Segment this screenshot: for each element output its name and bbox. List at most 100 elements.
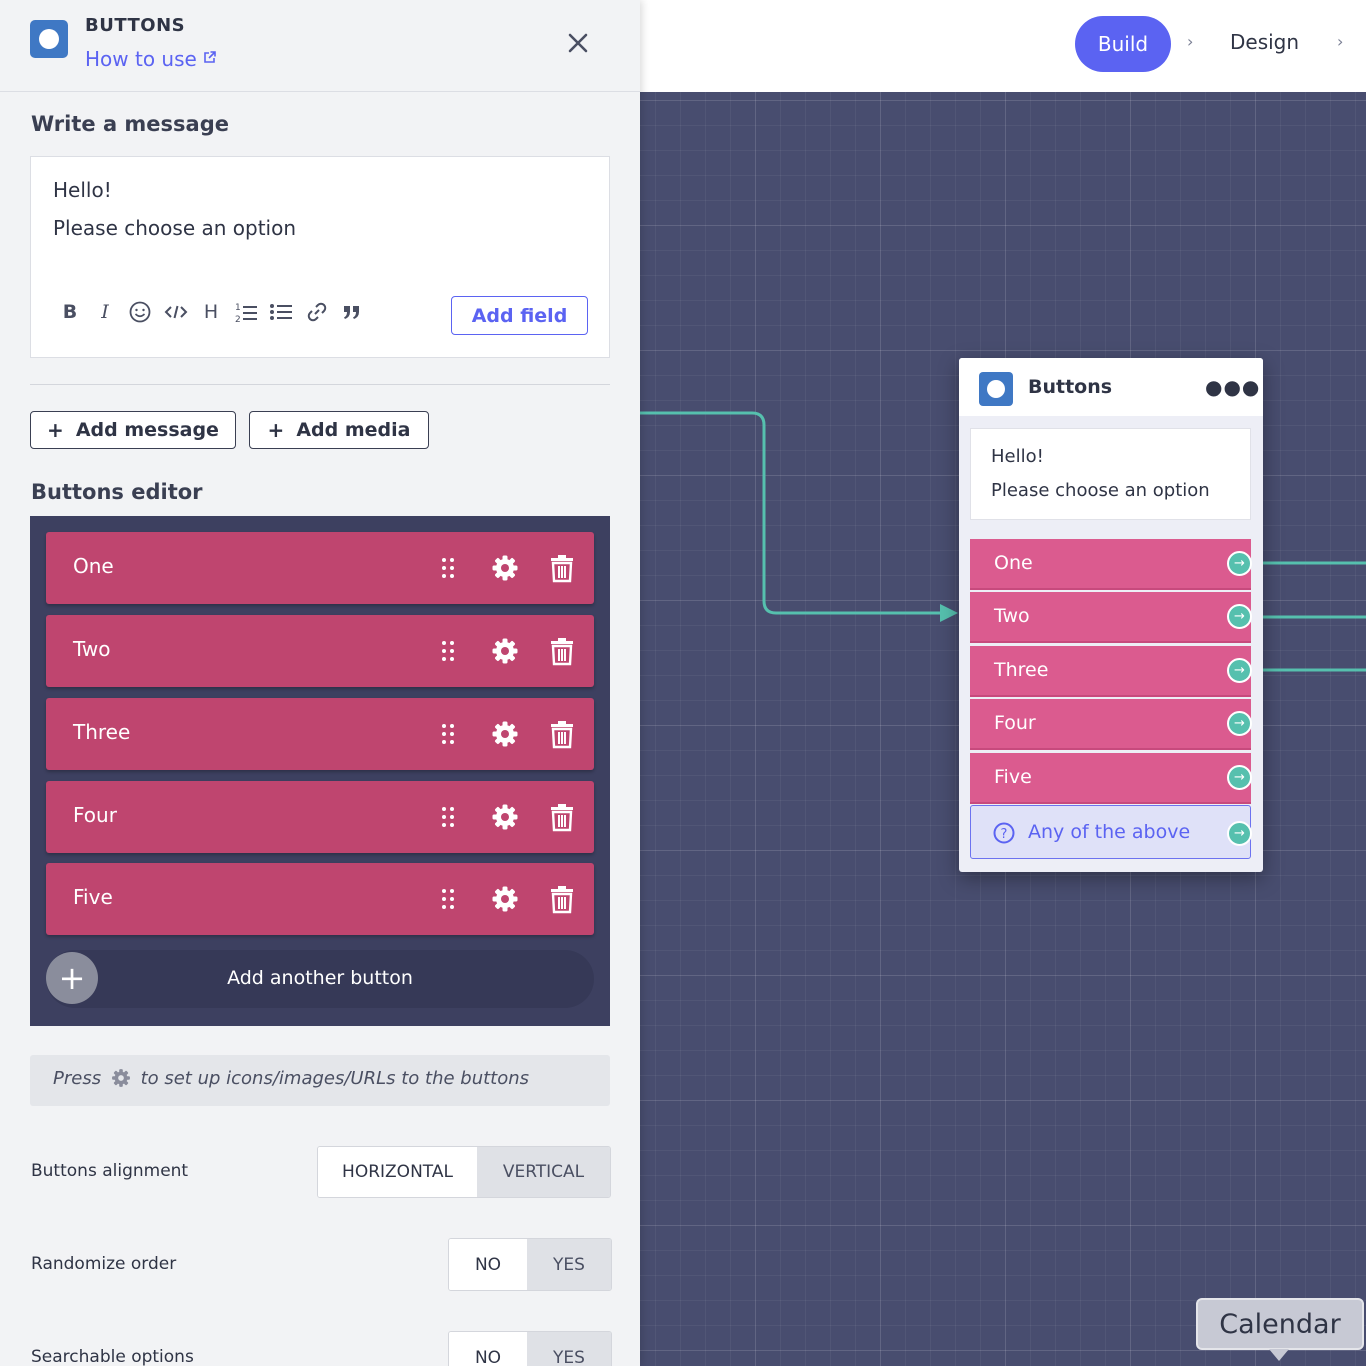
searchable-yes-option[interactable]: YES <box>527 1332 611 1366</box>
incoming-connection <box>640 411 940 615</box>
gear-icon[interactable] <box>491 637 519 665</box>
gear-icon[interactable] <box>491 803 519 831</box>
quote-icon[interactable] <box>339 299 365 325</box>
block-settings-panel: BUTTONS How to use Write a message Hello… <box>0 0 640 1366</box>
add-media-label: Add media <box>296 419 411 441</box>
drag-handle-icon[interactable] <box>440 805 456 829</box>
node-button-five[interactable]: Five <box>970 753 1251 804</box>
add-message-label: Add message <box>75 419 219 441</box>
question-circle-icon: ? <box>993 822 1015 844</box>
plus-icon: + <box>267 418 285 442</box>
add-media-button[interactable]: + Add media <box>249 411 429 449</box>
randomize-no-option[interactable]: NO <box>449 1239 527 1290</box>
node-message-line: Hello! <box>991 446 1044 467</box>
node-button-four[interactable]: Four <box>970 699 1251 750</box>
button-row-four[interactable]: Four <box>46 781 594 853</box>
alignment-toggle: HORIZONTAL VERTICAL <box>317 1146 611 1198</box>
add-another-button[interactable]: Add another button + <box>46 950 594 1008</box>
output-port-icon[interactable]: → <box>1227 604 1252 629</box>
node-button-label: Three <box>994 659 1049 681</box>
buttons-editor-title: Buttons editor <box>31 480 203 504</box>
bullet-list-icon[interactable] <box>268 299 294 325</box>
gear-icon[interactable] <box>491 720 519 748</box>
button-row-five[interactable]: Five <box>46 863 594 935</box>
italic-icon[interactable]: I <box>92 299 118 325</box>
external-link-icon <box>204 51 216 63</box>
searchable-no-option[interactable]: NO <box>449 1332 527 1366</box>
node-button-label: Four <box>994 712 1036 734</box>
bold-icon[interactable]: B <box>57 299 83 325</box>
step-design-button[interactable]: Design <box>1230 30 1299 54</box>
node-title: Buttons <box>1028 376 1113 398</box>
drag-handle-icon[interactable] <box>440 887 456 911</box>
how-to-use-link[interactable]: How to use <box>85 47 216 71</box>
trash-icon[interactable] <box>549 636 575 666</box>
top-bar: Build › Design › <box>640 0 1366 92</box>
button-label[interactable]: Four <box>73 803 117 827</box>
node-fallback-button[interactable]: ? Any of the above <box>970 805 1251 859</box>
drag-handle-icon[interactable] <box>440 722 456 746</box>
svg-text:?: ? <box>1001 827 1008 842</box>
link-icon[interactable] <box>304 299 330 325</box>
tooltip-pointer <box>1269 1349 1289 1361</box>
add-another-label: Add another button <box>227 967 413 989</box>
output-port-icon[interactable]: → <box>1227 821 1252 846</box>
buttons-block-icon <box>30 20 68 58</box>
button-label[interactable]: One <box>73 554 114 578</box>
gear-icon <box>111 1069 130 1087</box>
node-button-label: One <box>994 552 1033 574</box>
node-button-one[interactable]: One <box>970 539 1251 590</box>
randomize-order-label: Randomize order <box>31 1254 177 1274</box>
output-port-icon[interactable]: → <box>1227 551 1252 576</box>
message-line: Hello! <box>53 178 112 202</box>
randomize-toggle: NO YES <box>448 1238 612 1291</box>
add-message-button[interactable]: + Add message <box>30 411 236 449</box>
trash-icon[interactable] <box>549 719 575 749</box>
more-options-icon[interactable]: ●●● <box>1205 375 1260 399</box>
gear-icon[interactable] <box>491 885 519 913</box>
heading-icon[interactable]: H <box>198 299 224 325</box>
node-button-two[interactable]: Two <box>970 592 1251 643</box>
code-icon[interactable] <box>163 299 189 325</box>
output-port-icon[interactable]: → <box>1227 658 1252 683</box>
drag-handle-icon[interactable] <box>440 639 456 663</box>
message-editor[interactable]: Hello! Please choose an option B I H 12 … <box>30 156 610 358</box>
panel-header: BUTTONS How to use <box>0 0 640 92</box>
searchable-toggle: NO YES <box>448 1331 612 1366</box>
add-field-button[interactable]: Add field <box>451 296 588 335</box>
output-port-icon[interactable]: → <box>1227 711 1252 736</box>
drag-handle-icon[interactable] <box>440 556 456 580</box>
hint-suffix: to set up icons/images/URLs to the butto… <box>140 1068 530 1089</box>
buttons-editor: One Two Three Four Five Add another butt… <box>30 516 610 1026</box>
node-button-three[interactable]: Three <box>970 646 1251 697</box>
buttons-node[interactable]: Buttons ●●● Hello! Please choose an opti… <box>959 358 1263 872</box>
button-label[interactable]: Three <box>73 720 130 744</box>
gear-icon[interactable] <box>491 554 519 582</box>
write-message-title: Write a message <box>31 112 229 136</box>
node-message-line: Please choose an option <box>991 480 1210 501</box>
ordered-list-icon[interactable]: 12 <box>233 299 259 325</box>
button-row-three[interactable]: Three <box>46 698 594 770</box>
randomize-yes-option[interactable]: YES <box>527 1239 611 1290</box>
button-label[interactable]: Five <box>73 885 113 909</box>
alignment-horizontal-option[interactable]: HORIZONTAL <box>318 1147 477 1197</box>
settings-hint: Press to set up icons/images/URLs to the… <box>30 1055 610 1106</box>
emoji-icon[interactable] <box>127 299 153 325</box>
button-label[interactable]: Two <box>73 637 111 661</box>
trash-icon[interactable] <box>549 884 575 914</box>
alignment-vertical-option[interactable]: VERTICAL <box>477 1147 610 1197</box>
output-port-icon[interactable]: → <box>1227 765 1252 790</box>
plus-icon[interactable]: + <box>46 952 98 1004</box>
button-row-two[interactable]: Two <box>46 615 594 687</box>
step-build-button[interactable]: Build <box>1075 16 1171 72</box>
searchable-options-label: Searchable options <box>31 1347 194 1366</box>
close-icon[interactable] <box>564 29 592 57</box>
trash-icon[interactable] <box>549 553 575 583</box>
node-header: Buttons ●●● <box>959 358 1263 416</box>
how-to-use-label: How to use <box>85 47 197 71</box>
button-row-one[interactable]: One <box>46 532 594 604</box>
trash-icon[interactable] <box>549 802 575 832</box>
svg-text:2: 2 <box>235 315 241 325</box>
incoming-arrowhead <box>940 604 958 622</box>
svg-text:1: 1 <box>235 303 241 313</box>
